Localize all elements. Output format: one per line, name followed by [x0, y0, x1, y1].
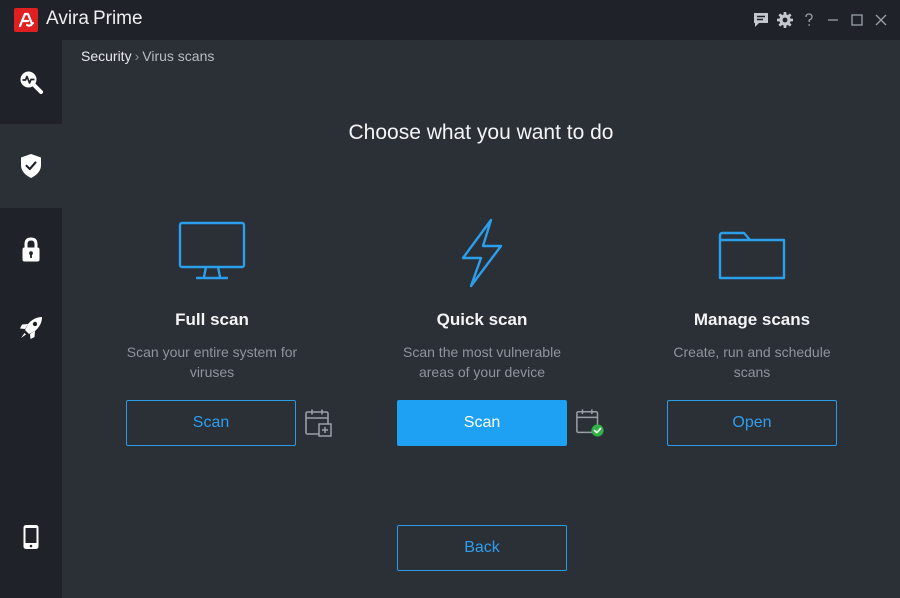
app-brand: Avira	[46, 8, 89, 29]
quick-scan-description: Scan the most vulnerable areas of your d…	[403, 344, 561, 380]
maximize-icon[interactable]	[846, 0, 868, 40]
gear-icon[interactable]	[774, 0, 796, 40]
full-scan-title: Full scan	[175, 310, 249, 329]
back-button[interactable]: Back	[397, 525, 567, 571]
magnifier-pulse-icon	[20, 71, 43, 94]
calendar-check-icon[interactable]	[575, 408, 605, 438]
folder-icon	[718, 231, 786, 280]
window-controls	[748, 0, 900, 40]
breadcrumb-security[interactable]: Security	[81, 48, 132, 64]
breadcrumb-virus-scans: Virus scans	[142, 48, 215, 64]
manage-scans-description: Create, run and schedule scans	[673, 344, 831, 380]
full-scan-description: Scan your entire system for viruses	[126, 344, 298, 380]
rocket-icon	[20, 317, 42, 339]
manage-scans-open-button[interactable]: Open	[667, 400, 837, 446]
lightning-icon	[461, 218, 503, 288]
sidebar-item-security[interactable]	[0, 124, 62, 208]
quick-scan-button[interactable]: Scan	[397, 400, 567, 446]
quick-scan-option: Quick scan Scan the most vulnerable area…	[392, 218, 572, 382]
help-icon[interactable]	[798, 0, 820, 40]
sidebar-item-status[interactable]	[0, 40, 62, 124]
full-scan-button[interactable]: Scan	[126, 400, 296, 446]
page-title: Choose what you want to do	[348, 121, 614, 144]
manage-scans-option: Manage scans Create, run and schedule sc…	[662, 218, 842, 382]
avira-logo-icon	[14, 8, 38, 32]
monitor-icon	[178, 221, 246, 280]
title-bar: Avira Prime	[0, 0, 900, 40]
app-title: Avira Prime	[46, 8, 143, 30]
full-scan-option: Full scan Scan your entire system for vi…	[122, 218, 302, 382]
sidebar-item-privacy[interactable]	[0, 208, 62, 292]
sidebar-item-mobile[interactable]	[0, 495, 62, 579]
manage-scans-title: Manage scans	[693, 310, 811, 329]
sidebar-item-performance[interactable]	[0, 286, 62, 370]
app-tier: Prime	[92, 8, 143, 29]
calendar-add-icon[interactable]	[304, 408, 334, 438]
breadcrumb: Security › Virus scans	[81, 48, 214, 64]
mobile-phone-icon	[23, 525, 39, 549]
breadcrumb-separator: ›	[134, 48, 140, 64]
minimize-icon[interactable]	[822, 0, 844, 40]
lock-icon	[22, 237, 40, 262]
sidebar	[0, 40, 62, 598]
close-icon[interactable]	[870, 0, 892, 40]
shield-check-icon	[21, 154, 41, 178]
feedback-icon[interactable]	[750, 0, 772, 40]
quick-scan-title: Quick scan	[436, 310, 528, 329]
